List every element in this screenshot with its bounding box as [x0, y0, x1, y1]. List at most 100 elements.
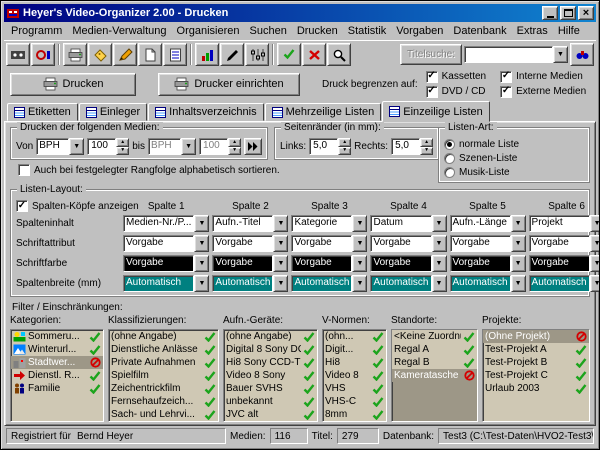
spalte4-content-select[interactable]: Datum▼ — [370, 215, 446, 232]
spalte3-color-select[interactable]: Vorgabe▼ — [291, 255, 367, 272]
list-item[interactable]: VHS — [323, 382, 386, 395]
spalte5-content-select[interactable]: Aufn.-Länge▼ — [450, 215, 526, 232]
spalte3-attr-select[interactable]: Vorgabe▼ — [291, 235, 367, 252]
von-number-spinner[interactable]: 100 ▲▼ — [87, 138, 129, 155]
list-item[interactable]: Kameratasche — [392, 369, 477, 382]
search-button[interactable] — [327, 43, 351, 66]
maximize-button[interactable] — [560, 6, 576, 20]
spalte6-color-select[interactable]: Vorgabe▼ — [529, 255, 600, 272]
print-inlay-button[interactable] — [138, 43, 162, 66]
spalte6-attr-select[interactable]: Vorgabe▼ — [529, 235, 600, 252]
list-item[interactable]: Hi8 Sony CCD-TR3E — [224, 356, 317, 369]
chevron-down-icon[interactable]: ▼ — [432, 275, 447, 292]
list-item[interactable]: Regal A — [392, 343, 477, 356]
list-item[interactable]: Bauer SVHS — [224, 382, 317, 395]
spalte3-width-select[interactable]: Automatisch▼ — [291, 275, 367, 292]
chevron-down-icon[interactable]: ▼ — [273, 235, 288, 252]
list-item[interactable]: Familie — [11, 382, 103, 395]
chevron-down-icon[interactable]: ▼ — [273, 275, 288, 292]
chevron-down-icon[interactable]: ▼ — [273, 255, 288, 272]
chevron-down-icon[interactable]: ▼ — [194, 235, 209, 252]
chevron-down-icon[interactable]: ▼ — [352, 215, 367, 232]
list-item[interactable]: Dienstl. R... — [11, 369, 103, 382]
jump-to-end-button[interactable] — [244, 138, 262, 155]
chevron-down-icon[interactable]: ▼ — [511, 235, 526, 252]
spalte1-color-select[interactable]: Vorgabe▼ — [123, 255, 209, 272]
chevron-down-icon[interactable]: ▼ — [432, 235, 447, 252]
chevron-down-icon[interactable]: ▼ — [432, 215, 447, 232]
menu-drucken[interactable]: Drucken — [292, 24, 343, 38]
standorte-list[interactable]: <Keine Zuordnu... Regal A Regal B Kamera… — [391, 329, 478, 422]
spalte2-content-select[interactable]: Aufn.-Titel▼ — [212, 215, 288, 232]
settings-button[interactable] — [245, 43, 269, 66]
bis-number-spinner[interactable]: 100 ▲▼ — [199, 138, 241, 155]
von-type-select[interactable]: BPH ▼ — [36, 138, 84, 155]
print-labels-button[interactable] — [88, 43, 112, 66]
chevron-down-icon[interactable]: ▼ — [590, 235, 600, 252]
list-item[interactable]: Zeichentrickfilm — [109, 382, 218, 395]
list-item[interactable]: Stadtwer... — [11, 356, 103, 369]
edit-label-button[interactable] — [113, 43, 137, 66]
chevron-down-icon[interactable]: ▼ — [352, 255, 367, 272]
spin-down-icon[interactable]: ▼ — [228, 147, 241, 156]
list-item[interactable]: (ohn... — [323, 330, 386, 343]
menu-hilfe[interactable]: Hilfe — [553, 24, 585, 38]
spalte1-width-select[interactable]: Automatisch▼ — [123, 275, 209, 292]
links-spinner[interactable]: 5,0 ▲▼ — [309, 138, 351, 155]
spalte1-content-select[interactable]: Medien-Nr./P...▼ — [123, 215, 209, 232]
chevron-down-icon[interactable]: ▼ — [194, 215, 209, 232]
spin-up-icon[interactable]: ▲ — [228, 138, 241, 147]
menu-suchen[interactable]: Suchen — [245, 24, 292, 38]
kategorien-list[interactable]: Sommeru... Winterurl... Stadtwer... — [10, 329, 104, 422]
list-item[interactable]: Winterurl... — [11, 343, 103, 356]
spalte5-attr-select[interactable]: Vorgabe▼ — [450, 235, 526, 252]
menu-datenbank[interactable]: Datenbank — [448, 24, 511, 38]
tab-mehrzeilige-listen[interactable]: Mehrzeilige Listen — [265, 103, 382, 121]
v-normen-list[interactable]: (ohn... Digit... Hi8 Video 8 VHS VHS-C 8… — [322, 329, 387, 422]
list-item[interactable]: Regal B — [392, 356, 477, 369]
chevron-down-icon[interactable]: ▼ — [590, 275, 600, 292]
chevron-down-icon[interactable]: ▼ — [553, 46, 568, 63]
list-item[interactable]: Dienstliche Anlässe — [109, 343, 218, 356]
spalte5-color-select[interactable]: Vorgabe▼ — [450, 255, 526, 272]
show-column-headers-checkbox[interactable]: ✓ Spalten-Köpfe anzeigen — [16, 200, 120, 212]
menu-programm[interactable]: Programm — [6, 24, 67, 38]
spalte6-content-select[interactable]: Projekt▼ — [529, 215, 600, 232]
projekte-list[interactable]: (Ohne Projekt) Test-Projekt A Test-Proje… — [482, 329, 590, 422]
list-item[interactable]: Test-Projekt B — [483, 356, 589, 369]
menu-vorgaben[interactable]: Vorgaben — [391, 24, 448, 38]
check-externe-medien[interactable]: ✓ Externe Medien — [500, 85, 586, 99]
bis-type-select[interactable]: BPH ▼ — [148, 138, 196, 155]
titelsuche-button[interactable]: Titelsuche: — [400, 44, 462, 65]
list-item[interactable]: Video 8 Sony — [224, 369, 317, 382]
spalte4-color-select[interactable]: Vorgabe▼ — [370, 255, 446, 272]
chevron-down-icon[interactable]: ▼ — [352, 275, 367, 292]
klassifizierungen-list[interactable]: (ohne Angabe) Dienstliche Anlässe Privat… — [108, 329, 219, 422]
spalte2-width-select[interactable]: Automatisch▼ — [212, 275, 288, 292]
list-item[interactable]: <Keine Zuordnu... — [392, 330, 477, 343]
mark-exclude-button[interactable] — [302, 43, 326, 66]
list-item[interactable]: (Ohne Projekt) — [483, 330, 589, 343]
list-item[interactable]: unbekannt — [224, 395, 317, 408]
tab-etiketten[interactable]: Etiketten — [7, 103, 78, 121]
chevron-down-icon[interactable]: ▼ — [590, 255, 600, 272]
close-button[interactable]: × — [578, 6, 594, 20]
list-item[interactable]: Fernsehaufzeich... — [109, 395, 218, 408]
edit-button[interactable] — [220, 43, 244, 66]
list-item[interactable]: Sach- und Lehrvi... — [109, 408, 218, 421]
tab-inhaltsverzeichnis[interactable]: Inhaltsverzeichnis — [148, 103, 263, 121]
print-button[interactable] — [63, 43, 87, 66]
list-item[interactable]: Video 8 — [323, 369, 386, 382]
check-dvd-cd[interactable]: ✓ DVD / CD — [426, 85, 486, 99]
chevron-down-icon[interactable]: ▼ — [511, 275, 526, 292]
organize-button[interactable] — [31, 43, 55, 66]
list-item[interactable]: (ohne Angabe) — [224, 330, 317, 343]
spalte5-width-select[interactable]: Automatisch▼ — [450, 275, 526, 292]
list-item[interactable]: Hi8 — [323, 356, 386, 369]
list-item[interactable]: Sommeru... — [11, 330, 103, 343]
menu-extras[interactable]: Extras — [512, 24, 553, 38]
list-item[interactable]: Digit... — [323, 343, 386, 356]
chevron-down-icon[interactable]: ▼ — [194, 275, 209, 292]
list-item[interactable]: 8mm — [323, 408, 386, 421]
chevron-down-icon[interactable]: ▼ — [69, 138, 84, 155]
